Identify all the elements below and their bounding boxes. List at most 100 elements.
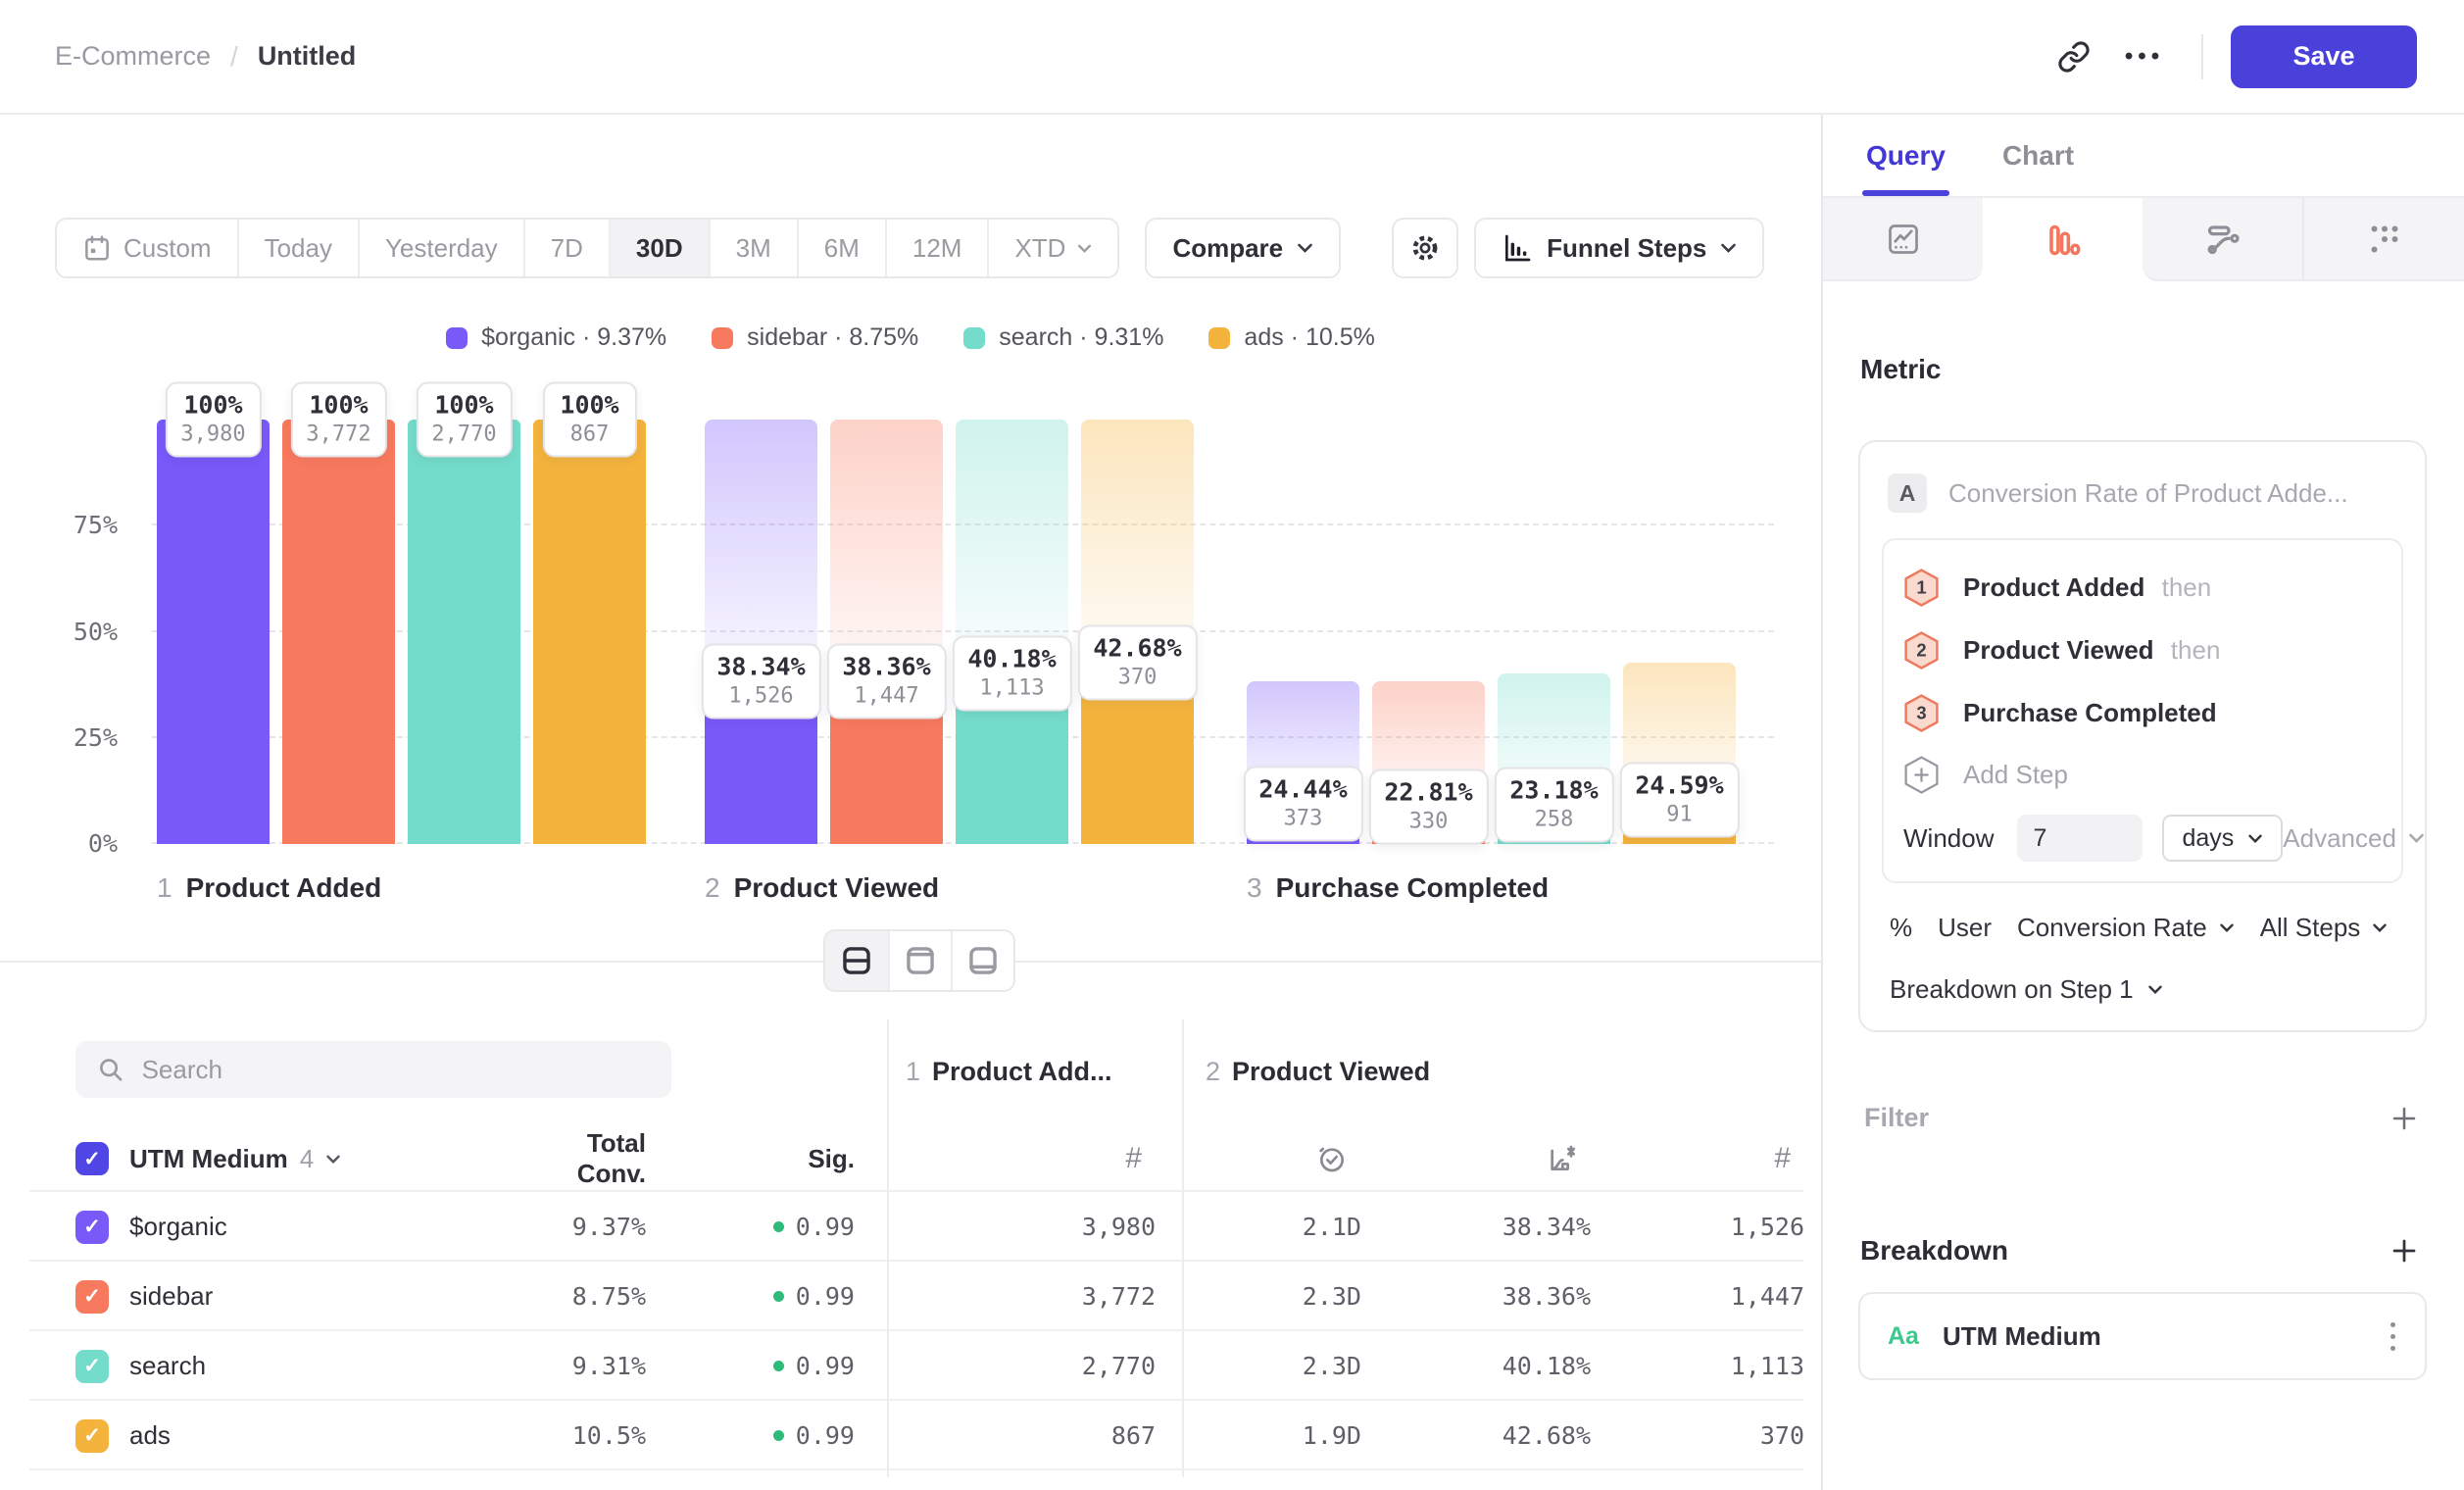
- date-range-custom[interactable]: Custom: [57, 220, 237, 276]
- row-checkbox[interactable]: ✓: [75, 1211, 129, 1244]
- query-step-2[interactable]: 2Product Viewed then: [1903, 619, 2382, 681]
- add-step-label: Add Step: [1963, 760, 2068, 790]
- funnel-bar-sidebar-step3[interactable]: 22.81%330: [1372, 420, 1485, 844]
- funnel-bar-organic-step2[interactable]: 38.34%1,526: [705, 420, 817, 844]
- add-breakdown-button[interactable]: [2390, 1236, 2419, 1266]
- view-toggle-bottom-panel-view[interactable]: [951, 931, 1013, 990]
- y-axis-tick-75%: 75%: [29, 511, 118, 539]
- step-event-name: Purchase Completed: [1963, 698, 2217, 728]
- funnel-bar-search-step3[interactable]: 23.18%258: [1498, 420, 1610, 844]
- search-input[interactable]: [142, 1055, 650, 1085]
- sig-column-header[interactable]: Sig.: [646, 1144, 855, 1174]
- compare-button[interactable]: Compare: [1145, 218, 1341, 278]
- bar-value-label: 38.34%1,526: [701, 643, 820, 719]
- total-conv-column-header[interactable]: Total Conv.: [526, 1128, 646, 1189]
- more-options-button[interactable]: •••: [2109, 25, 2180, 88]
- svg-text:1: 1: [1916, 576, 1926, 597]
- funnel-bar-organic-step3[interactable]: 24.44%373: [1247, 420, 1359, 844]
- step2-count: 1,526: [1591, 1213, 1804, 1241]
- date-range-12m[interactable]: 12M: [885, 220, 988, 276]
- tab-flow-chart[interactable]: [2143, 198, 2302, 281]
- legend-item-sidebar[interactable]: sidebar · 8.75%: [712, 323, 918, 352]
- add-filter-button[interactable]: [2390, 1104, 2419, 1133]
- chevron-down-icon: [2219, 922, 2235, 933]
- bar-value-label: 100%2,770: [416, 382, 512, 458]
- chevron-down-icon: [2372, 922, 2388, 933]
- date-range-today[interactable]: Today: [237, 220, 358, 276]
- add-step-button[interactable]: Add Step: [1903, 744, 2382, 805]
- row-checkbox[interactable]: ✓: [75, 1280, 129, 1314]
- table-row-sidebar[interactable]: ✓sidebar8.75%0.993,7722.3D38.36%1,447: [0, 1262, 1821, 1331]
- steps-scope-dropdown[interactable]: All Steps: [2260, 913, 2389, 943]
- significance-value: 0.99: [646, 1421, 855, 1450]
- tab-funnel-chart[interactable]: [1983, 198, 2143, 281]
- funnel-bar-organic-step1[interactable]: 100%3,980: [157, 420, 270, 844]
- count-column-header-2[interactable]: #: [1591, 1142, 1804, 1175]
- date-range-3m[interactable]: 3M: [709, 220, 797, 276]
- metric-type-dropdown[interactable]: Conversion Rate: [2017, 913, 2235, 943]
- table-rows: ✓$organic9.37%0.993,9802.1D38.34%1,526✓s…: [0, 1192, 1821, 1470]
- breadcrumb-current[interactable]: Untitled: [258, 41, 357, 72]
- save-button[interactable]: Save: [2231, 25, 2417, 88]
- conversion-column-header[interactable]: [1361, 1143, 1591, 1174]
- legend-item-organic[interactable]: $organic · 9.37%: [446, 323, 666, 352]
- step-then-connector: then: [2154, 572, 2211, 602]
- avg-time-column-header[interactable]: [1182, 1143, 1361, 1174]
- bar-value-label: 38.36%1,447: [826, 643, 946, 719]
- table-search[interactable]: [75, 1041, 671, 1098]
- chart-settings-button[interactable]: [1392, 218, 1458, 278]
- bar-group-step-1: 100%3,980100%3,772100%2,770100%867: [157, 420, 646, 844]
- bar-value-label: 22.81%330: [1368, 770, 1488, 845]
- query-step-1[interactable]: 1Product Added then: [1903, 556, 2382, 619]
- date-range-6m[interactable]: 6M: [797, 220, 885, 276]
- tab-chart[interactable]: Chart: [2002, 115, 2074, 196]
- breakdown-step-label: Breakdown on Step 1: [1890, 974, 2134, 1005]
- date-range-30d[interactable]: 30D: [609, 220, 709, 276]
- bar-value-label: 24.44%373: [1243, 767, 1362, 842]
- row-checkbox[interactable]: ✓: [75, 1350, 129, 1383]
- funnel-bar-ads-step2[interactable]: 42.68%370: [1081, 420, 1194, 844]
- share-link-button[interactable]: [2039, 25, 2109, 88]
- window-value-input[interactable]: [2017, 815, 2143, 862]
- date-range-yesterday[interactable]: Yesterday: [358, 220, 523, 276]
- kebab-menu-icon[interactable]: [2385, 1316, 2401, 1357]
- total-conv-value: 9.37%: [526, 1213, 646, 1241]
- breadcrumb-parent[interactable]: E-Commerce: [55, 41, 211, 72]
- view-toggle-top-panel-view[interactable]: [888, 931, 951, 990]
- table-row-ads[interactable]: ✓ads10.5%0.998671.9D42.68%370: [0, 1401, 1821, 1470]
- tab-query[interactable]: Query: [1866, 115, 1946, 196]
- date-range-xtd[interactable]: XTD: [987, 220, 1117, 276]
- metric-title-row[interactable]: A Conversion Rate of Product Adde...: [1882, 466, 2403, 513]
- funnel-steps-card: 1Product Added then2Product Viewed then3…: [1882, 538, 2403, 883]
- counting-method[interactable]: User: [1938, 913, 1992, 943]
- breakdown-step-dropdown[interactable]: Breakdown on Step 1: [1882, 974, 2403, 1005]
- date-range-label: Custom: [123, 233, 212, 264]
- date-range-label: XTD: [1014, 233, 1065, 264]
- breakdown-property-card[interactable]: Aa UTM Medium: [1858, 1292, 2427, 1380]
- query-step-3[interactable]: 3Purchase Completed: [1903, 681, 2382, 744]
- date-range-label: 7D: [551, 233, 583, 264]
- hash-icon: #: [1125, 1142, 1142, 1175]
- breakdown-column-header[interactable]: UTM Medium 4: [129, 1144, 526, 1174]
- table-row-organic[interactable]: ✓$organic9.37%0.993,9802.1D38.34%1,526: [0, 1192, 1821, 1262]
- select-all-checkbox[interactable]: ✓: [75, 1142, 129, 1175]
- funnel-bar-sidebar-step1[interactable]: 100%3,772: [282, 420, 395, 844]
- funnel-bar-sidebar-step2[interactable]: 38.36%1,447: [830, 420, 943, 844]
- count-column-header[interactable]: #: [887, 1142, 1156, 1175]
- view-toggle-split-view[interactable]: [825, 931, 888, 990]
- funnel-bar-search-step1[interactable]: 100%2,770: [408, 420, 520, 844]
- funnel-bar-ads-step3[interactable]: 24.59%91: [1623, 420, 1736, 844]
- chart-type-dropdown[interactable]: Funnel Steps: [1474, 218, 1764, 278]
- funnel-bar-ads-step1[interactable]: 100%867: [533, 420, 646, 844]
- date-range-7d[interactable]: 7D: [523, 220, 609, 276]
- advanced-toggle[interactable]: Advanced: [2283, 823, 2425, 854]
- query-panel: Query Chart Metric A Conversion Rate o: [1821, 115, 2464, 1490]
- window-unit-select[interactable]: days: [2162, 815, 2283, 862]
- funnel-bar-search-step2[interactable]: 40.18%1,113: [956, 420, 1068, 844]
- tab-journeys[interactable]: [2302, 198, 2464, 281]
- legend-item-ads[interactable]: ads · 10.5%: [1208, 323, 1374, 352]
- legend-item-search[interactable]: search · 9.31%: [963, 323, 1163, 352]
- table-row-search[interactable]: ✓search9.31%0.992,7702.3D40.18%1,113: [0, 1331, 1821, 1401]
- tab-line-chart[interactable]: [1823, 198, 1983, 281]
- row-checkbox[interactable]: ✓: [75, 1419, 129, 1453]
